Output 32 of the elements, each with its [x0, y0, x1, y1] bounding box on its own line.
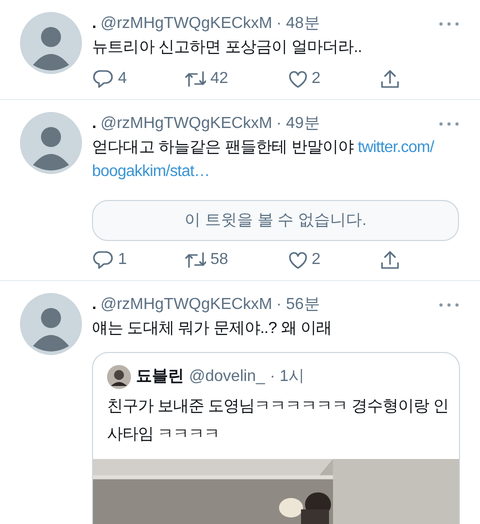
timestamp: · 56분: [276, 295, 320, 315]
more-icon[interactable]: [438, 21, 460, 27]
username: @rzMHgTWQgKECkxM: [100, 295, 272, 315]
display-name: .: [92, 295, 96, 315]
reply-button[interactable]: 4: [92, 68, 127, 90]
retweet-button[interactable]: 58: [184, 249, 228, 271]
display-name: .: [92, 114, 96, 134]
username: @rzMHgTWQgKECkxM: [100, 14, 272, 34]
more-icon[interactable]: [438, 302, 460, 308]
display-name: .: [92, 14, 96, 34]
timestamp: · 1시: [270, 367, 305, 387]
retweet-button[interactable]: 42: [184, 68, 228, 90]
username: @dovelin_: [189, 367, 265, 387]
like-button[interactable]: 2: [286, 249, 321, 271]
timestamp: · 48분: [276, 14, 320, 34]
timestamp: · 49분: [276, 114, 320, 134]
quoted-tweet-text: 친구가 보내준 도영님ㅋㅋㅋㅋㅋㅋ 경수형이랑 인사타임 ㅋㅋㅋㅋ: [106, 397, 450, 445]
quoted-tweet-card[interactable]: 됴블린 @dovelin_ · 1시 친구가 보내준 도영님ㅋㅋㅋㅋㅋㅋ 경수형이랑 인사타임 ㅋㅋㅋㅋ: [92, 352, 460, 524]
link[interactable]: twitter.com/: [358, 139, 434, 156]
speech-bubble-icon: [92, 249, 114, 271]
tweet-text: 뉴트리아 신고하면 포상금이 얼마더라..: [92, 39, 362, 56]
tweet-text: 얘는 도대체 뭐가 문제야..? 왜 이래: [92, 320, 332, 337]
username: @rzMHgTWQgKECkxM: [100, 114, 272, 134]
reply-button[interactable]: 1: [92, 249, 127, 271]
tweet-text: 얻다대고 하늘같은 팬들한테 반말이야: [92, 139, 354, 156]
speech-bubble-icon: [92, 68, 114, 90]
link[interactable]: boogakkim/stat…: [92, 163, 210, 180]
like-button[interactable]: 2: [286, 68, 321, 90]
unavailable-notice: 이 트윗을 볼 수 없습니다.: [92, 200, 459, 241]
more-icon[interactable]: [438, 121, 460, 127]
display-name: 됴블린: [136, 367, 184, 387]
avatar[interactable]: [107, 365, 131, 389]
